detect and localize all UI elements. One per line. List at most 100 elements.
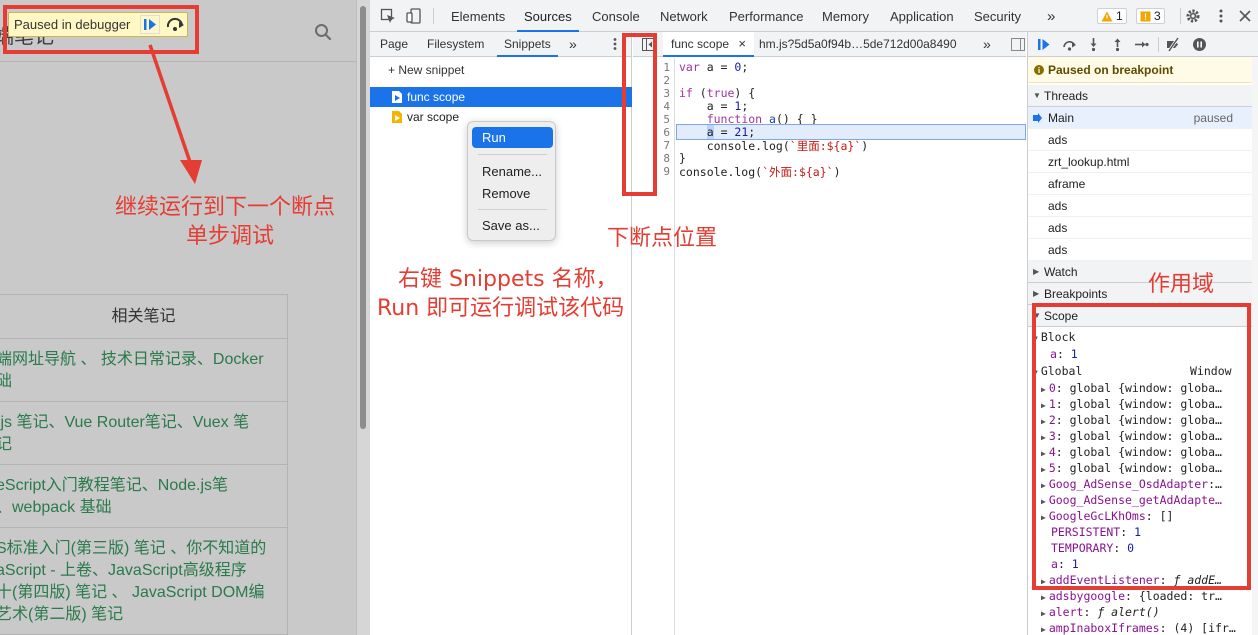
tab-console[interactable]: Console (592, 0, 640, 32)
breakpoints-section-header[interactable]: ▶ Breakpoints (1028, 283, 1258, 305)
snippet-file-icon (392, 91, 402, 103)
table-row[interactable]: .js 笔记、Vue Router笔记、Vuex 笔 记 (0, 402, 287, 465)
thread-item[interactable]: aframe (1028, 173, 1258, 195)
scope-var[interactable]: TEMPORARY: 0 (1051, 541, 1134, 555)
code-line-3[interactable]: if (true) { (679, 86, 755, 100)
thread-item[interactable]: ads (1028, 217, 1258, 239)
scope-var[interactable]: ▶ 3: global {window: globa… (1041, 429, 1222, 443)
more-navigator-tabs[interactable]: » (569, 32, 577, 57)
close-icon[interactable] (1237, 8, 1253, 24)
scope-section-header[interactable]: ▼ Scope (1028, 305, 1258, 327)
code-area[interactable]: var a = 0; if (true) { a = 1; function a… (676, 58, 1026, 635)
scope-var[interactable]: ▶ 1: global {window: globa… (1041, 397, 1222, 411)
scope-var[interactable]: a: 1 (1050, 347, 1078, 361)
tab-security[interactable]: Security (974, 0, 1021, 32)
new-snippet-button[interactable]: + New snippet (388, 63, 464, 77)
related-notes-header: 相关笔记 (0, 295, 287, 339)
step-icon[interactable] (1134, 37, 1149, 52)
annotation-continue-line2: 单步调试 (186, 224, 275, 249)
kebab-menu-icon[interactable] (1213, 8, 1229, 24)
context-menu-save-as[interactable]: Save as... (472, 215, 553, 236)
scope-var[interactable]: ▶ 5: global {window: globa… (1041, 461, 1222, 475)
toolbar-divider (433, 8, 434, 24)
device-toolbar-icon[interactable] (406, 8, 422, 24)
table-row[interactable]: eScript入门教程笔记、Node.js笔 、webpack 基础 (0, 465, 287, 528)
context-menu-run[interactable]: Run (472, 127, 553, 148)
current-thread-arrow-icon (1033, 113, 1042, 123)
tab-snippets[interactable]: Snippets (497, 32, 558, 57)
code-line-8[interactable]: } (679, 151, 686, 165)
sidebar-scrollbar[interactable] (1252, 58, 1258, 635)
step-over-icon[interactable] (1062, 37, 1077, 52)
thread-item[interactable]: zrt_lookup.html (1028, 151, 1258, 173)
navigator-menu-icon[interactable] (612, 37, 618, 51)
table-row[interactable]: S标准入门(第三版) 笔记 、你不知道的 aScript - 上卷、JavaSc… (0, 528, 287, 634)
toggle-debugger-icon[interactable] (1011, 38, 1025, 51)
scope-var[interactable]: ▶ 4: global {window: globa… (1041, 445, 1222, 459)
toggle-navigator-icon[interactable] (642, 38, 656, 51)
scope-var[interactable]: ▶ 0: global {window: globa… (1041, 381, 1222, 395)
tab-page[interactable]: Page (380, 32, 408, 57)
thread-item[interactable]: ads (1028, 195, 1258, 217)
scope-var[interactable]: ▶ Goog_AdSense_getAdAdapte… (1041, 493, 1222, 507)
scope-block[interactable]: ▼ Block (1033, 330, 1075, 344)
thread-item[interactable]: ads (1028, 129, 1258, 151)
watch-section-header[interactable]: ▶ Watch (1028, 261, 1258, 283)
resume-icon (144, 19, 156, 30)
tab-network[interactable]: Network (660, 0, 708, 32)
scope-var[interactable]: ▶ addEventListener: ƒ addE… (1041, 573, 1222, 587)
scope-var[interactable]: ▶ ampInaboxIframes: (4) [ifr… (1041, 621, 1236, 635)
more-editor-tabs[interactable]: » (983, 32, 991, 57)
editor-tab-hm-js[interactable]: hm.js?5d5a0f94b…5de712d00a8490 (759, 32, 957, 57)
code-line-9[interactable]: console.log(`外面:${a}`) (679, 164, 841, 180)
warnings-count: 1 (1116, 9, 1123, 23)
step-out-icon[interactable] (1110, 37, 1125, 52)
resume-icon[interactable] (1036, 37, 1051, 52)
code-line-4[interactable]: a = 1; (679, 99, 749, 113)
context-menu-remove[interactable]: Remove (472, 183, 553, 204)
tab-application[interactable]: Application (890, 0, 954, 32)
tab-elements[interactable]: Elements (451, 0, 505, 32)
sources-navigator: Page Filesystem Snippets » + New snippet… (370, 32, 632, 635)
line-number-gutter[interactable]: 1 2 3 4 5 6 7 8 9 (633, 58, 675, 635)
code-line-1[interactable]: var a = 0; (679, 60, 748, 74)
tab-memory[interactable]: Memory (822, 0, 869, 32)
tab-filesystem[interactable]: Filesystem (427, 32, 484, 57)
close-tab-icon[interactable]: × (738, 36, 746, 51)
scope-var[interactable]: ▶ Goog_AdSense_OsdAdapter:… (1041, 477, 1222, 491)
scope-var[interactable]: a: 1 (1051, 557, 1079, 571)
snippet-file-icon (392, 111, 402, 123)
scope-var[interactable]: ▶ alert: ƒ alert() (1041, 605, 1160, 619)
editor-tab-func-scope[interactable]: func scope × (663, 32, 754, 57)
gear-icon[interactable] (1185, 8, 1201, 24)
errors-badge[interactable]: 3 (1136, 8, 1165, 24)
tab-performance[interactable]: Performance (729, 0, 803, 32)
snippet-func-scope[interactable]: func scope (370, 87, 632, 107)
scope-var[interactable]: ▶ GoogleGcLKhOms: [] (1041, 509, 1173, 523)
step-over-button[interactable] (165, 15, 185, 34)
step-into-icon[interactable] (1086, 37, 1101, 52)
thread-item[interactable]: Main paused (1028, 107, 1258, 129)
inspect-element-icon[interactable] (380, 8, 396, 24)
table-row[interactable]: 端网址导航 、 技术日常记录、Docker 础 (0, 339, 287, 402)
pause-on-exceptions-icon[interactable] (1192, 37, 1207, 52)
code-line-7[interactable]: console.log(`里面:${a}`) (679, 138, 869, 154)
search-icon[interactable] (314, 23, 332, 41)
scope-var[interactable]: PERSISTENT: 1 (1051, 525, 1141, 539)
info-icon (1034, 65, 1044, 75)
scope-var[interactable]: ▶ adsbygoogle: {loaded: tr… (1041, 589, 1222, 603)
deactivate-breakpoints-icon[interactable] (1166, 37, 1181, 52)
threads-section-header[interactable]: ▼ Threads (1028, 85, 1258, 107)
page-scrollbar-thumb[interactable] (360, 6, 366, 429)
thread-item[interactable]: ads (1028, 239, 1258, 261)
resume-button[interactable] (140, 15, 160, 34)
warnings-badge[interactable]: 1 (1097, 8, 1127, 24)
tab-sources[interactable]: Sources (517, 0, 579, 32)
paused-label: Paused in debugger (14, 17, 131, 32)
editor-scrollbar[interactable] (1019, 94, 1025, 634)
scope-var[interactable]: ▶ 2: global {window: globa… (1041, 413, 1222, 427)
snippet-context-menu: Run Rename... Remove Save as... (467, 121, 556, 241)
context-menu-rename[interactable]: Rename... (472, 161, 553, 182)
more-tabs-button[interactable]: » (1047, 0, 1055, 32)
scope-global[interactable]: ▼ Global (1033, 364, 1082, 378)
